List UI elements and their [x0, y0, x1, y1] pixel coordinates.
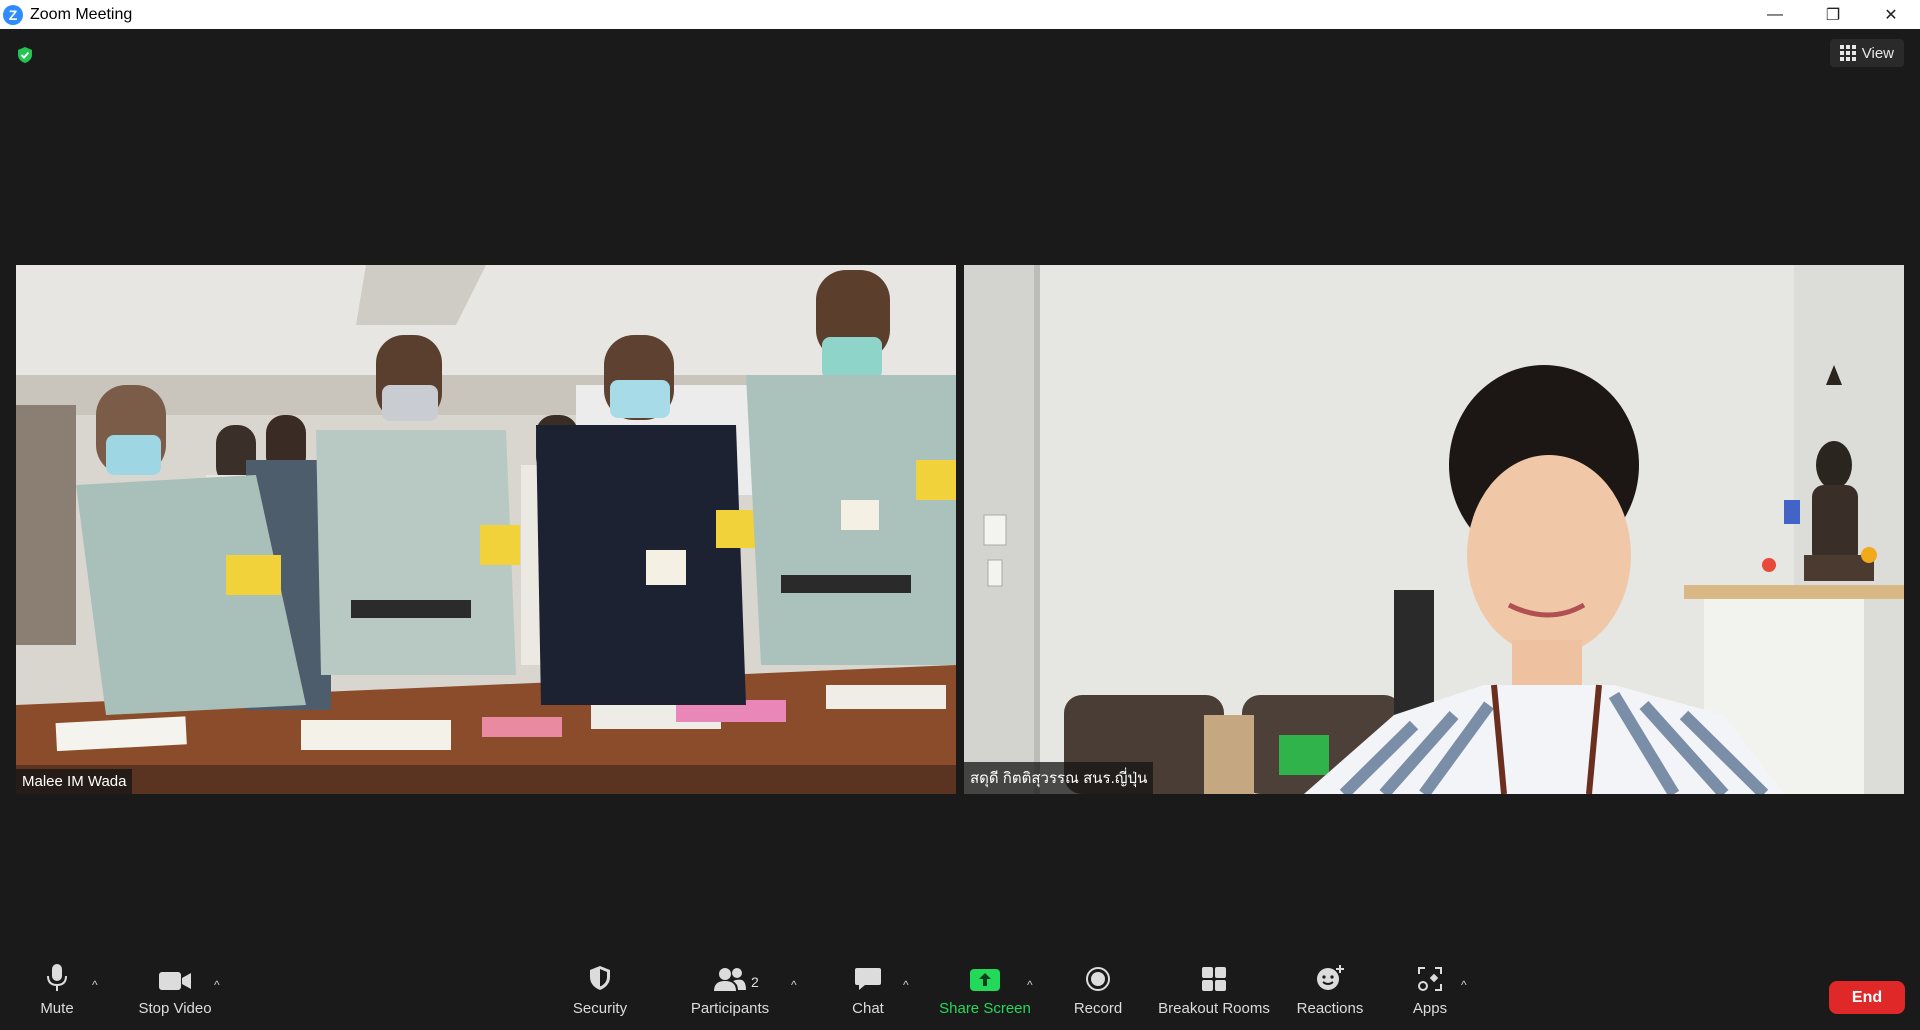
apps-button[interactable]: Apps: [1405, 960, 1455, 1030]
security-shield-icon: [590, 966, 610, 990]
share-screen-icon: [970, 969, 1000, 991]
video-options-caret[interactable]: ^: [214, 978, 220, 992]
grid-view-icon: [1839, 45, 1856, 61]
participants-options-caret[interactable]: ^: [791, 978, 797, 992]
reactions-button[interactable]: Reactions: [1295, 960, 1365, 1030]
participants-button[interactable]: Participants: [685, 960, 775, 1030]
participant-video-feed: [964, 265, 1904, 794]
reactions-label: Reactions: [1296, 1000, 1364, 1017]
view-button[interactable]: View: [1829, 39, 1904, 67]
share-options-caret[interactable]: ^: [1027, 978, 1033, 992]
record-button[interactable]: Record: [1068, 960, 1128, 1030]
video-tile-participant-1[interactable]: Malee IM Wada: [16, 265, 956, 794]
participant-video-feed: [16, 265, 956, 794]
audio-options-caret[interactable]: ^: [92, 978, 98, 992]
mute-button[interactable]: Mute: [32, 960, 82, 1030]
breakout-rooms-icon: [1202, 967, 1226, 991]
apps-options-caret[interactable]: ^: [1461, 978, 1467, 992]
apps-label: Apps: [1412, 1000, 1448, 1017]
participants-count: 2: [751, 974, 759, 990]
minimize-button[interactable]: —: [1746, 0, 1804, 29]
reactions-smiley-icon: [1317, 965, 1344, 990]
share-screen-label: Share Screen: [939, 1000, 1031, 1017]
chat-button[interactable]: Chat: [843, 960, 893, 1030]
view-label: View: [1861, 44, 1894, 62]
window-controls: — ❐ ✕: [1746, 0, 1920, 29]
record-label: Record: [1073, 1000, 1123, 1017]
breakout-rooms-button[interactable]: Breakout Rooms: [1158, 960, 1270, 1030]
participant-name-label: สดุดี กิตติสุวรรณ สนร.ญี่ปุ่น: [964, 762, 1154, 794]
microphone-icon: [47, 964, 67, 991]
record-icon: [1086, 967, 1110, 991]
close-button[interactable]: ✕: [1862, 0, 1920, 29]
participants-label: Participants: [690, 1000, 770, 1017]
share-screen-button[interactable]: Share Screen: [935, 960, 1035, 1030]
end-meeting-button[interactable]: End: [1829, 981, 1905, 1014]
participants-icon: [714, 968, 746, 991]
video-tile-participant-2[interactable]: สดุดี กิตติสุวรรณ สนร.ญี่ปุ่น: [964, 265, 1904, 794]
window-title: Zoom Meeting: [30, 5, 133, 23]
video-camera-icon: [159, 972, 191, 990]
participant-name-label: Malee IM Wada: [16, 769, 133, 794]
apps-icon: [1418, 967, 1442, 991]
green-shield-icon[interactable]: [16, 46, 34, 64]
zoom-logo-icon: Z: [3, 4, 23, 25]
restore-button[interactable]: ❐: [1804, 0, 1862, 29]
security-label: Security: [572, 1000, 628, 1017]
breakout-rooms-label: Breakout Rooms: [1158, 1000, 1270, 1017]
stop-video-button[interactable]: Stop Video: [135, 960, 215, 1030]
title-bar: Z Zoom Meeting — ❐ ✕: [0, 0, 1920, 29]
chat-bubble-icon: [855, 968, 881, 990]
mute-label: Mute: [40, 1000, 74, 1017]
stop-video-label: Stop Video: [138, 1000, 212, 1017]
security-button[interactable]: Security: [565, 960, 635, 1030]
chat-options-caret[interactable]: ^: [903, 978, 909, 992]
chat-label: Chat: [852, 1000, 884, 1017]
meeting-toolbar: Mute ^ Stop Video ^ Security Participant…: [0, 960, 1920, 1030]
